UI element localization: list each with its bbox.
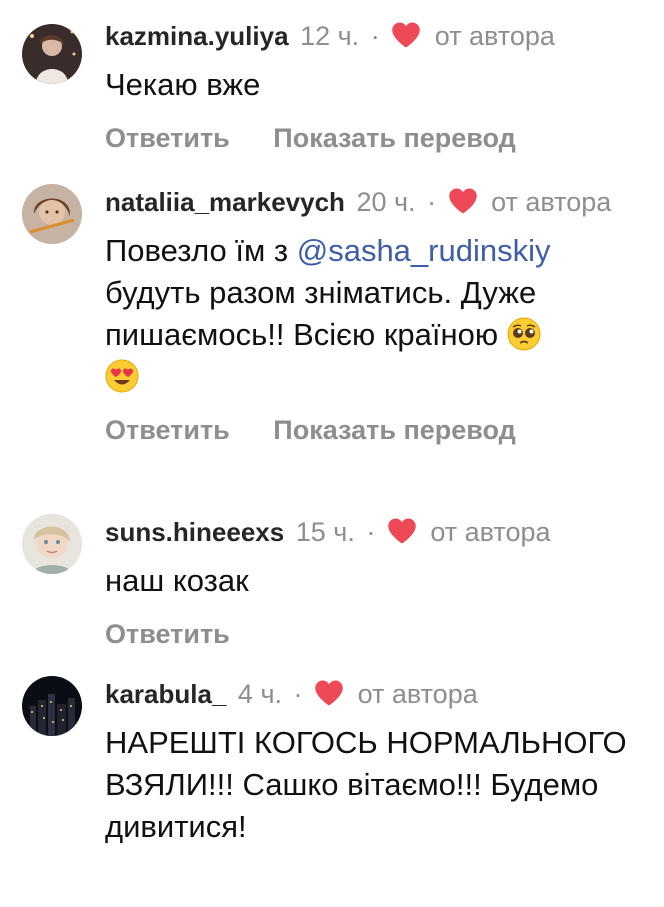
comment-meta: suns.hineeexs 15 ч. · от автора — [105, 514, 640, 550]
comment-text: Чекаю вже — [105, 67, 261, 102]
liked-by-author-label: от автора — [434, 21, 555, 51]
comment-meta: nataliia_markevych 20 ч. · от автора — [105, 184, 640, 220]
avatar-image — [22, 24, 82, 84]
separator: · — [427, 187, 437, 217]
reply-button[interactable]: Ответить — [105, 412, 230, 448]
comment-text-part: Повезло їм з — [105, 233, 297, 268]
username[interactable]: nataliia_markevych — [105, 187, 345, 217]
comment-text: НАРЕШТІ КОГОСЬ НОРМАЛЬНОГО ВЗЯЛИ!!! Сашк… — [105, 725, 627, 844]
comment-meta: karabula_ 4 ч. · от автора — [105, 676, 640, 712]
comment-actions: Ответить Показать перевод — [105, 412, 640, 448]
avatar[interactable] — [22, 676, 82, 736]
separator: · — [293, 679, 303, 709]
avatar[interactable] — [22, 514, 82, 574]
comment-body: kazmina.yuliya 12 ч. · от автора Чекаю в… — [105, 18, 640, 156]
comment-text-part: будуть разом зніматись. Дуже пишаємось!!… — [105, 275, 537, 352]
separator: · — [366, 517, 376, 547]
username[interactable]: kazmina.yuliya — [105, 21, 289, 51]
comment-text: наш козак — [105, 563, 249, 598]
username[interactable]: karabula_ — [105, 679, 226, 709]
heart-eyes-emoji — [105, 359, 139, 393]
comment-body: karabula_ 4 ч. · от автора НАРЕШТІ КОГОС… — [105, 676, 640, 848]
timestamp[interactable]: 12 ч. — [300, 21, 359, 51]
avatar-image — [22, 514, 82, 574]
timestamp[interactable]: 15 ч. — [296, 517, 355, 547]
avatar-image — [22, 676, 82, 736]
timestamp[interactable]: 20 ч. — [356, 187, 415, 217]
avatar-image — [22, 184, 82, 244]
heart-icon — [391, 21, 421, 49]
comment-text: Повезло їм з @sasha_rudinskiy будуть раз… — [105, 230, 640, 398]
heart-icon — [387, 517, 417, 545]
timestamp[interactable]: 4 ч. — [238, 679, 282, 709]
username[interactable]: suns.hineeexs — [105, 517, 284, 547]
avatar[interactable] — [22, 184, 82, 244]
separator: · — [370, 21, 380, 51]
comments-list: kazmina.yuliya 12 ч. · от автора Чекаю в… — [0, 0, 664, 907]
show-translation-button[interactable]: Показать перевод — [273, 120, 516, 156]
mention-link[interactable]: @sasha_rudinskiy — [297, 233, 551, 268]
reply-button[interactable]: Ответить — [105, 120, 230, 156]
liked-by-author-label: от автора — [491, 187, 612, 217]
liked-by-author-label: от автора — [357, 679, 478, 709]
comment-actions: Ответить — [105, 616, 640, 652]
comment-meta: kazmina.yuliya 12 ч. · от автора — [105, 18, 640, 54]
liked-by-author-label: от автора — [430, 517, 551, 547]
heart-icon — [448, 187, 478, 215]
comment-body: nataliia_markevych 20 ч. · от автора Пов… — [105, 184, 640, 448]
comment-actions: Ответить Показать перевод — [105, 120, 640, 156]
show-translation-button[interactable]: Показать перевод — [273, 412, 516, 448]
heart-icon — [314, 679, 344, 707]
reply-button[interactable]: Ответить — [105, 616, 230, 652]
comment-body: suns.hineeexs 15 ч. · от автора наш коза… — [105, 514, 640, 652]
avatar[interactable] — [22, 24, 82, 84]
pleading-face-emoji — [507, 317, 541, 351]
